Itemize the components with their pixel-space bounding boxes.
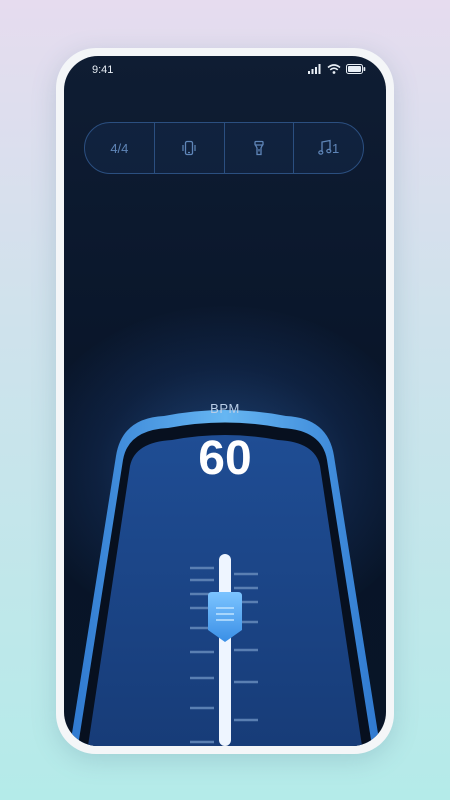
music-note-icon xyxy=(318,139,332,155)
signal-icon xyxy=(308,64,321,74)
time-signature-label: 4/4 xyxy=(110,140,129,156)
vibrate-button[interactable] xyxy=(155,123,225,173)
phone-frame: 9:41 4/4 1 BPM 60 xyxy=(56,48,394,754)
pendulum-rod xyxy=(219,554,231,746)
sound-number: 1 xyxy=(332,140,340,156)
vibrate-icon xyxy=(182,140,196,156)
status-bar: 9:41 xyxy=(64,56,386,86)
time-signature-button[interactable]: 4/4 xyxy=(85,123,155,173)
status-icons xyxy=(308,64,366,74)
flashlight-icon xyxy=(254,140,264,156)
app-screen: 9:41 4/4 1 BPM 60 xyxy=(64,56,386,746)
status-time: 9:41 xyxy=(92,64,114,76)
bpm-value[interactable]: 60 xyxy=(64,431,386,486)
sound-button[interactable]: 1 xyxy=(294,123,363,173)
flashlight-button[interactable] xyxy=(225,123,295,173)
battery-icon xyxy=(346,64,366,74)
bpm-label: BPM xyxy=(210,401,240,416)
settings-toolbar: 4/4 1 xyxy=(84,122,364,174)
wifi-icon xyxy=(327,64,341,74)
